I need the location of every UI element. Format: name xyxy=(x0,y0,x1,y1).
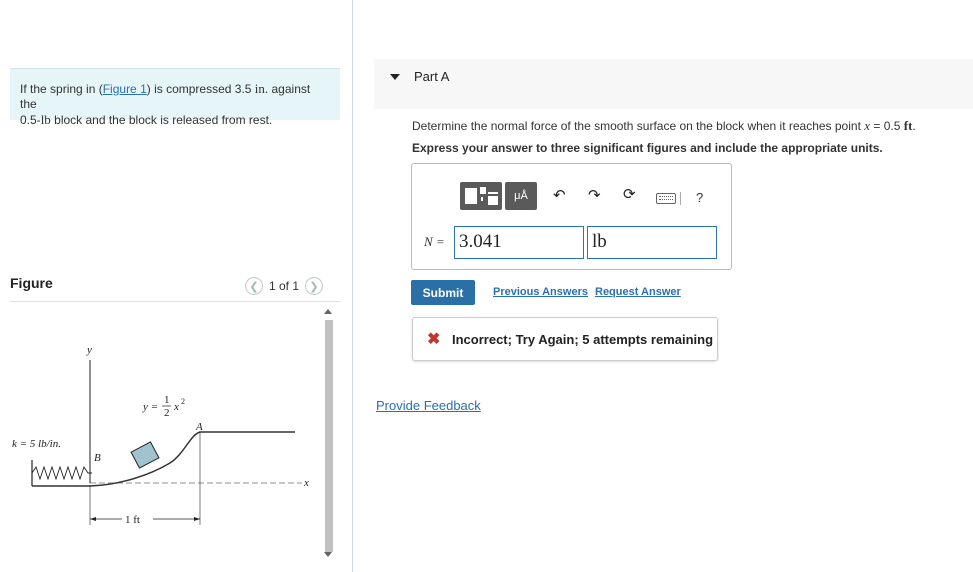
figure-link[interactable]: Figure 1 xyxy=(103,82,147,96)
toolbar-divider xyxy=(680,192,681,205)
answer-instruction: Express your answer to three significant… xyxy=(412,141,883,155)
chevron-left-icon[interactable]: ❮ xyxy=(245,277,263,295)
problem-statement: If the spring in (Figure 1) is compresse… xyxy=(10,68,340,127)
point-a-label: A xyxy=(195,421,203,433)
y-axis-label: y xyxy=(86,344,92,356)
panel-separator xyxy=(352,0,353,572)
feedback-message: Incorrect; Try Again; 5 attempts remaini… xyxy=(452,332,714,347)
eq-lhs: y = xyxy=(142,401,158,413)
scroll-down-arrow-icon[interactable] xyxy=(324,552,332,557)
previous-answers-link[interactable]: Previous Answers xyxy=(493,286,588,298)
scroll-up-arrow-icon[interactable] xyxy=(324,309,332,314)
question-text: Determine the normal force of the smooth… xyxy=(412,118,916,133)
answer-unit-input[interactable]: lb xyxy=(587,226,717,259)
eq-variable: x xyxy=(173,401,179,413)
x-axis-label: x xyxy=(303,477,309,489)
eq-numerator: 1 xyxy=(164,394,170,406)
request-answer-link[interactable]: Request Answer xyxy=(595,286,681,298)
chevron-right-icon[interactable]: ❯ xyxy=(305,277,324,295)
dim-label: 1 ft xyxy=(125,514,140,526)
incorrect-x-icon: ✖ xyxy=(427,331,441,348)
figure-scrollbar-thumb[interactable] xyxy=(325,320,333,552)
dim-arrow-right xyxy=(194,517,200,521)
reset-icon[interactable]: ⟳ xyxy=(623,185,636,203)
undo-icon[interactable]: ↶ xyxy=(553,186,566,204)
block xyxy=(130,441,160,469)
help-icon[interactable]: ? xyxy=(696,190,703,205)
answer-value-input[interactable]: 3.041 xyxy=(454,226,584,259)
part-a-header[interactable] xyxy=(374,59,973,109)
point-b-label: B xyxy=(94,452,101,464)
templates-icon[interactable] xyxy=(460,182,502,210)
k-label: k = 5 lb/in. xyxy=(12,438,61,450)
keyboard-icon[interactable] xyxy=(656,193,676,204)
submit-button[interactable]: Submit xyxy=(411,280,475,305)
figure-pager: ❮ 1 of 1 ❯ xyxy=(245,276,324,296)
answer-variable-label: N = xyxy=(424,234,445,249)
eq-denominator: 2 xyxy=(164,407,170,419)
caret-down-icon[interactable] xyxy=(390,74,400,80)
provide-feedback-link[interactable]: Provide Feedback xyxy=(376,398,481,413)
figure-divider xyxy=(10,301,340,302)
eq-exponent: 2 xyxy=(181,397,185,406)
problem-text-1: If the spring in ( xyxy=(20,82,103,96)
pager-count: 1 of 1 xyxy=(269,279,300,293)
figure-diagram: y x k = 5 lb/in. B A y = 1 2 x 2 1 ft xyxy=(12,344,309,526)
part-title: Part A xyxy=(414,69,450,84)
spring xyxy=(31,465,92,481)
dim-arrow-left xyxy=(90,517,96,521)
figure-heading: Figure xyxy=(10,275,53,291)
units-icon[interactable]: μÅ xyxy=(505,182,537,210)
redo-icon[interactable]: ↷ xyxy=(588,186,601,204)
